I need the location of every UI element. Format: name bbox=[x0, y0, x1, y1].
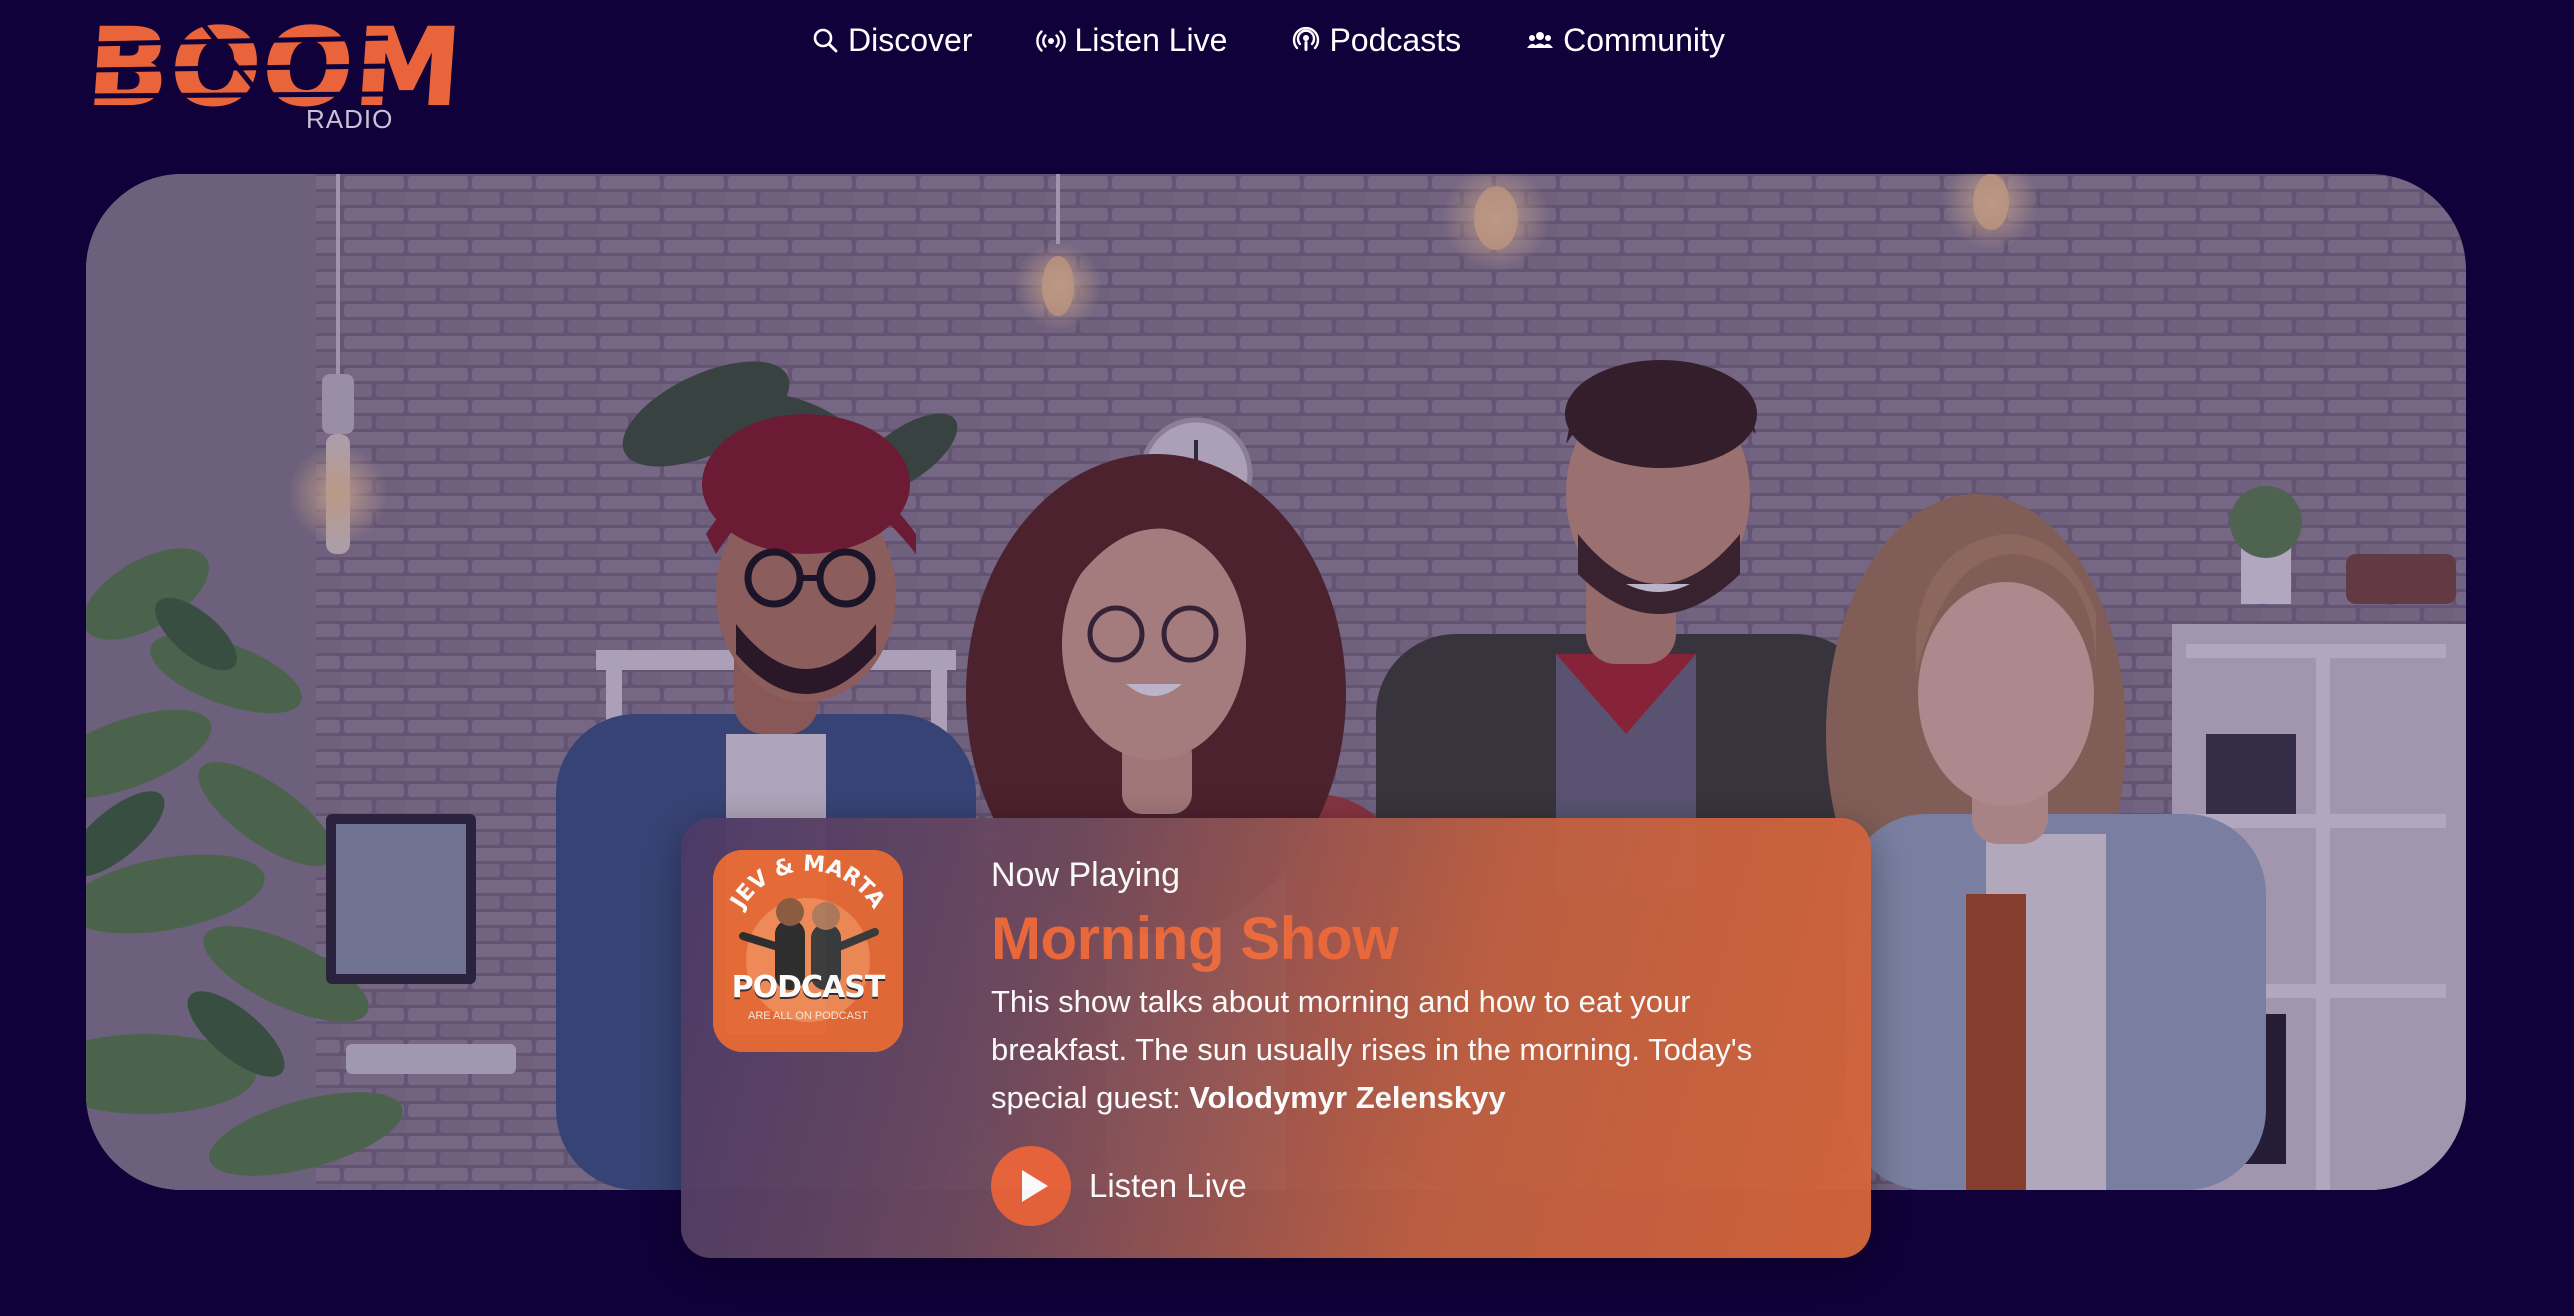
nav-item-discover[interactable]: Discover bbox=[810, 22, 972, 59]
now-playing-card: JEV & MARTA PODCAST ARE ALL ON PODCAST N… bbox=[681, 818, 1871, 1258]
search-icon bbox=[813, 28, 838, 53]
logo-subtitle: RADIO bbox=[306, 104, 394, 134]
logo-wordmark: BOOM bbox=[83, 5, 468, 130]
show-description: This show talks about morning and how to… bbox=[991, 978, 1791, 1122]
people-icon bbox=[1527, 32, 1554, 48]
nav-label-podcasts: Podcasts bbox=[1329, 21, 1462, 58]
nav-item-podcasts[interactable]: Podcasts bbox=[1291, 22, 1461, 59]
play-icon bbox=[1022, 1170, 1048, 1202]
brand-logo[interactable]: BOOM RADIO bbox=[83, 5, 468, 134]
nav-label-discover: Discover bbox=[848, 21, 973, 58]
podcast-icon bbox=[1293, 26, 1320, 51]
special-guest-name: Volodymyr Zelenskyy bbox=[1189, 1080, 1506, 1115]
now-playing-label: Now Playing bbox=[991, 856, 1180, 894]
show-title: Morning Show bbox=[991, 905, 1399, 972]
nav-label-community: Community bbox=[1563, 21, 1725, 58]
main-nav: Discover Listen Live Podcasts Community bbox=[810, 16, 1725, 64]
cover-title: PODCAST bbox=[731, 970, 886, 1005]
nav-item-listen-live[interactable]: Listen Live bbox=[1036, 22, 1227, 59]
nav-label-listen-live: Listen Live bbox=[1074, 21, 1228, 58]
play-button[interactable] bbox=[991, 1146, 1071, 1226]
cover-subtitle: ARE ALL ON PODCAST bbox=[747, 1010, 869, 1022]
podcast-cover-art[interactable]: JEV & MARTA PODCAST ARE ALL ON PODCAST bbox=[713, 850, 903, 1052]
listen-live-button[interactable]: Listen Live bbox=[991, 1146, 1247, 1226]
broadcast-icon bbox=[1036, 30, 1067, 52]
nav-item-community[interactable]: Community bbox=[1525, 22, 1725, 59]
listen-live-label: Listen Live bbox=[1089, 1167, 1247, 1204]
